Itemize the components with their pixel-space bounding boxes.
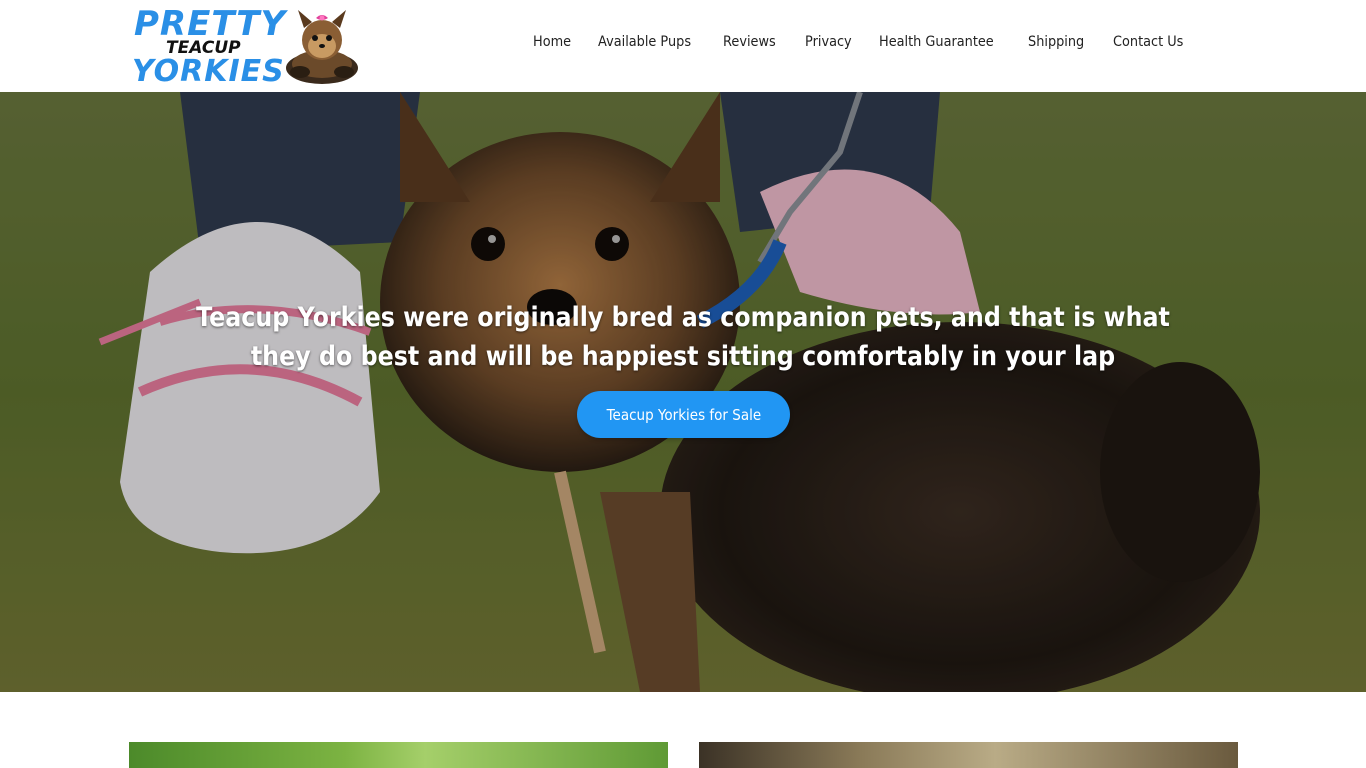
featured-image-card-left[interactable] bbox=[129, 742, 668, 768]
teacup-yorkies-for-sale-button[interactable]: Teacup Yorkies for Sale bbox=[577, 391, 790, 438]
site-logo[interactable]: PRETTY TEACUP YORKIES bbox=[130, 4, 365, 89]
nav-health-guarantee[interactable]: Health Guarantee bbox=[868, 34, 1005, 50]
hero-banner: Teacup Yorkies were originally bred as c… bbox=[0, 92, 1366, 692]
nav-shipping[interactable]: Shipping bbox=[1017, 34, 1095, 50]
nav-available-pups[interactable]: Available Pups bbox=[587, 34, 702, 50]
nav-reviews[interactable]: Reviews bbox=[712, 34, 787, 50]
hero-headline: Teacup Yorkies were originally bred as c… bbox=[196, 302, 1170, 372]
nav-privacy[interactable]: Privacy bbox=[794, 34, 863, 50]
featured-image-card-right[interactable] bbox=[699, 742, 1238, 768]
main-nav: Home Available Pups Reviews Privacy Heal… bbox=[522, 34, 1203, 50]
site-header: PRETTY TEACUP YORKIES Home Available Pup… bbox=[0, 0, 1366, 92]
nav-contact-us[interactable]: Contact Us bbox=[1102, 34, 1194, 50]
logo-word-yorkies: YORKIES bbox=[132, 54, 285, 89]
cta-label: Teacup Yorkies for Sale bbox=[606, 405, 761, 424]
yorkie-dog-icon bbox=[286, 10, 358, 84]
nav-home[interactable]: Home bbox=[522, 34, 582, 50]
